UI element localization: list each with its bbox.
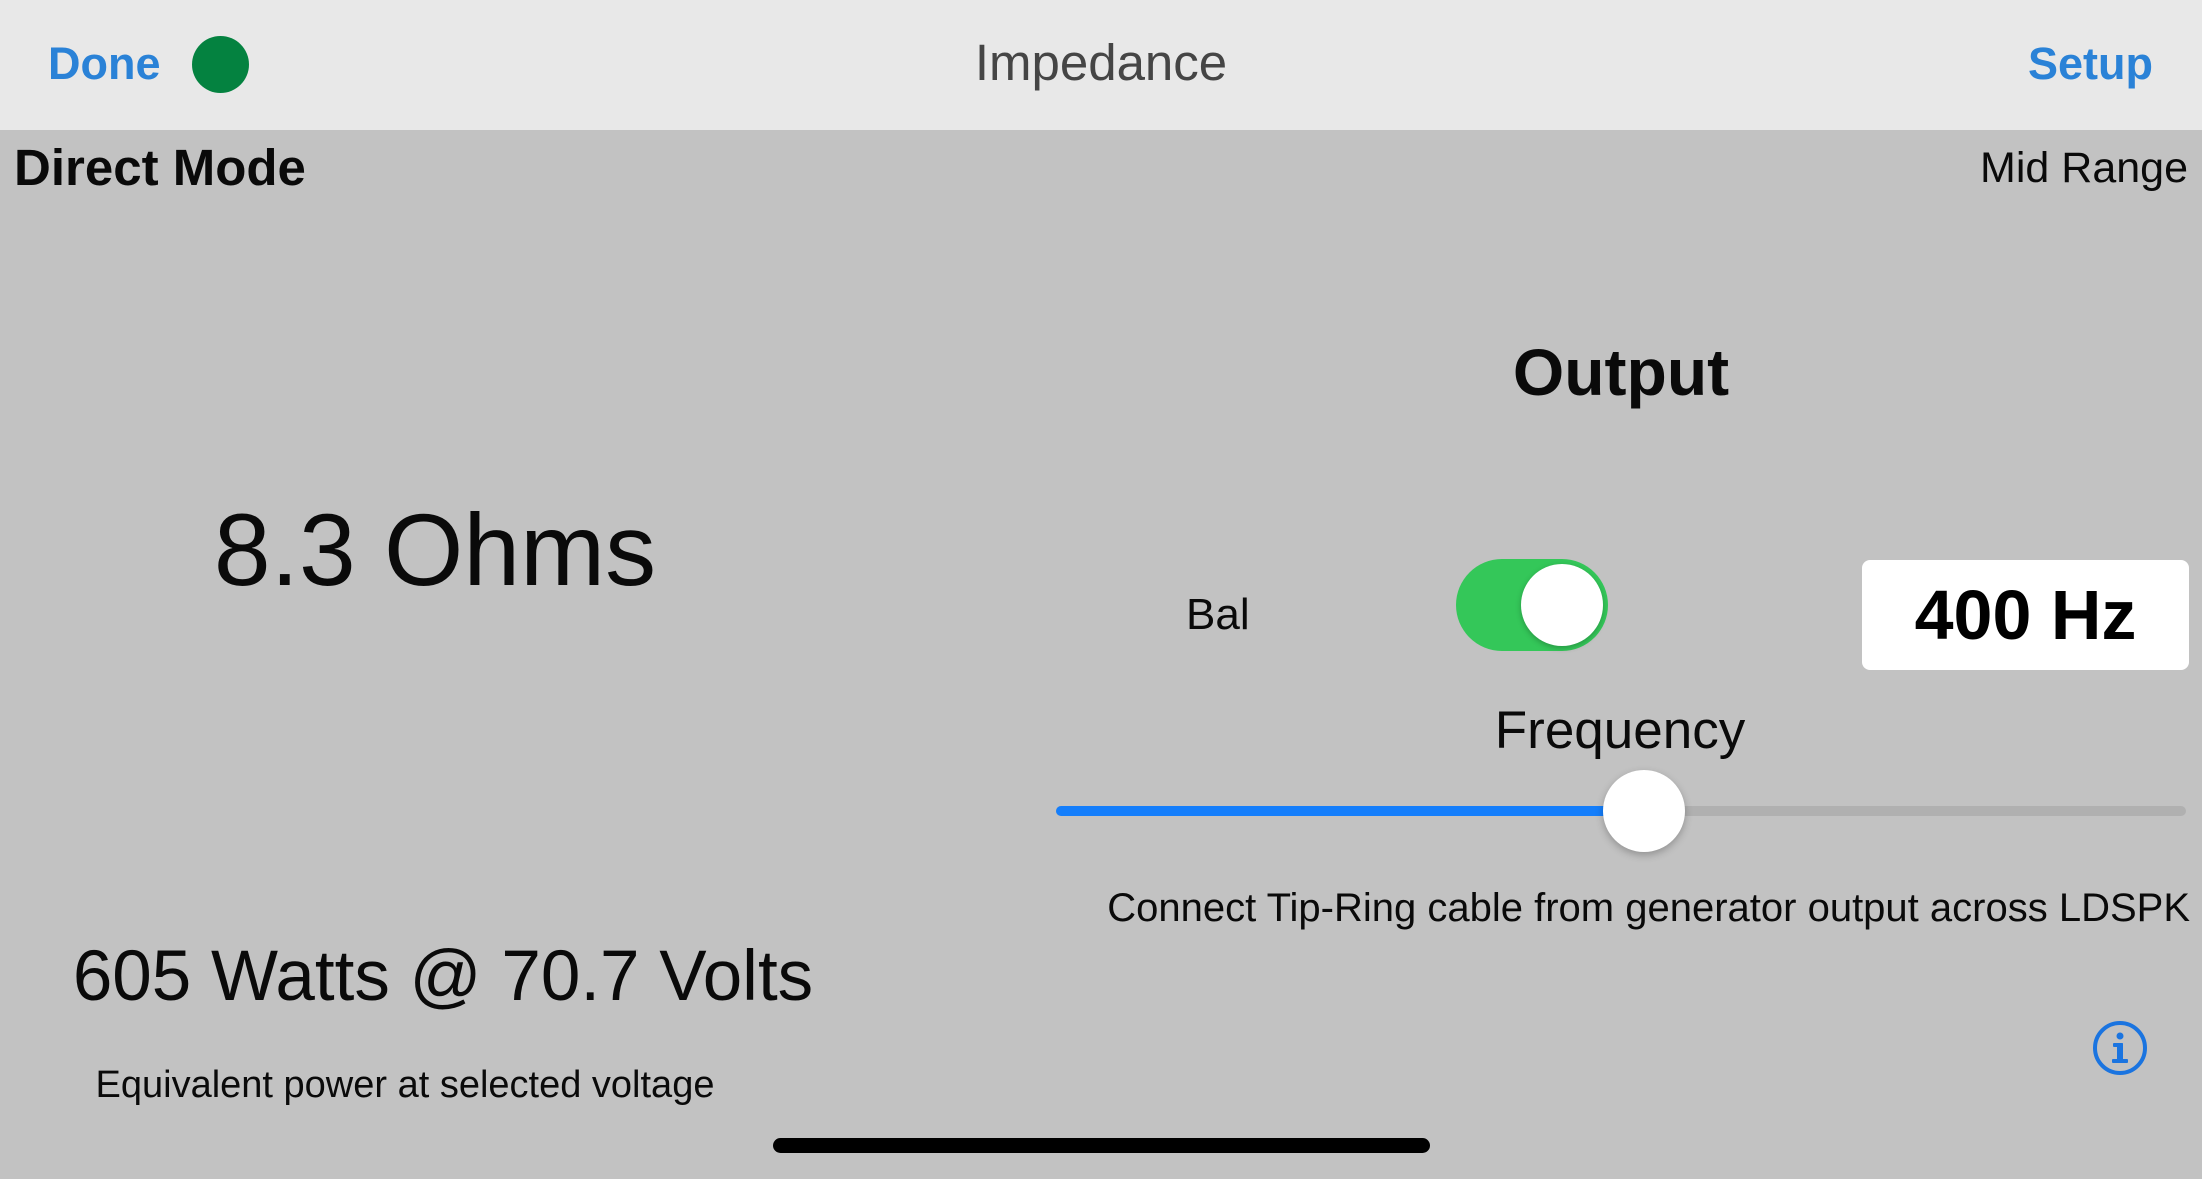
setup-button[interactable]: Setup [2028, 38, 2153, 90]
power-caption: Equivalent power at selected voltage [95, 1064, 715, 1106]
impedance-screen: Done Impedance Setup Direct Mode Mid Ran… [0, 0, 2202, 1179]
home-indicator[interactable] [773, 1138, 1430, 1153]
balanced-label: Bal [1186, 590, 1250, 639]
navigation-bar: Done Impedance Setup [0, 0, 2202, 130]
page-title: Impedance [974, 34, 1228, 91]
impedance-readout: 8.3 Ohms [213, 493, 657, 607]
slider-thumb[interactable] [1602, 770, 1685, 852]
frequency-label: Frequency [1494, 701, 1746, 760]
power-readout: 605 Watts @ 70.7 Volts [72, 937, 814, 1016]
mode-label: Direct Mode [14, 139, 306, 196]
toggle-knob [1521, 564, 1603, 646]
range-label: Mid Range [1980, 144, 2188, 192]
balanced-toggle[interactable] [1456, 559, 1608, 651]
connection-instruction: Connect Tip-Ring cable from generator ou… [1107, 886, 2190, 930]
output-heading: Output [1512, 335, 1730, 409]
info-icon[interactable] [2092, 1020, 2148, 1076]
slider-fill [1056, 806, 1644, 816]
frequency-slider[interactable] [1056, 770, 2186, 852]
frequency-value-display[interactable]: 400 Hz [1862, 560, 2189, 670]
